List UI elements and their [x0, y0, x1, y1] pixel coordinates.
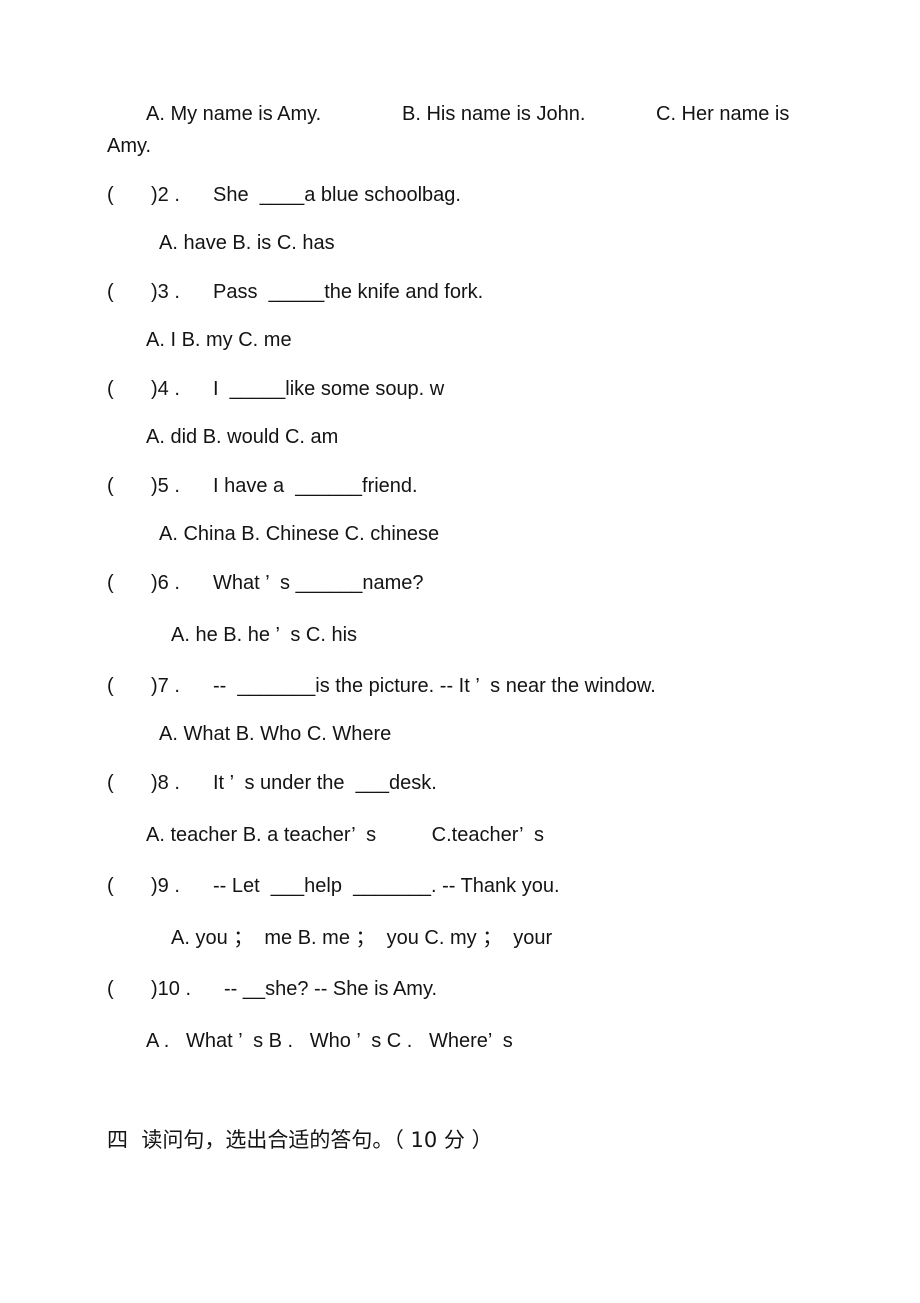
q1-option-b: B. His name is John. — [402, 103, 586, 125]
question-options: A. have B. is C. has — [159, 232, 335, 254]
question-options: A. did B. would C. am — [146, 426, 339, 448]
answer-blank-paren[interactable]: ( — [107, 977, 114, 1001]
question-number: )8 . — [151, 772, 180, 794]
question-number: )3 . — [151, 281, 180, 303]
question-text: I _____like some soup. w — [213, 378, 445, 400]
q1-option-c: C. Her name is — [656, 103, 790, 125]
question-options: A. China B. Chinese C. chinese — [159, 523, 440, 545]
answer-blank-paren[interactable]: ( — [107, 874, 114, 898]
answer-blank-paren[interactable]: ( — [107, 377, 114, 401]
question-options: A. I B. my C. me — [146, 329, 292, 351]
question-text: -- Let ___help _______. -- Thank you. — [213, 875, 560, 897]
question-number: )6 . — [151, 572, 180, 594]
answer-blank-paren[interactable]: ( — [107, 571, 114, 595]
question-number: )2 . — [151, 184, 180, 206]
answer-blank-paren[interactable]: ( — [107, 183, 114, 207]
section-heading: 四 读问句，选出合适的答句。（ 10 分 ） — [107, 1128, 493, 1152]
question-number: )10 . — [151, 978, 192, 1000]
answer-blank-paren[interactable]: ( — [107, 474, 114, 498]
question-text: I have a ______friend. — [213, 475, 418, 497]
answer-blank-paren[interactable]: ( — [107, 771, 114, 795]
question-options: A. What B. Who C. Where — [159, 723, 392, 745]
question-text: She ____a blue schoolbag. — [213, 184, 461, 206]
answer-blank-paren[interactable]: ( — [107, 674, 114, 698]
question-options: A. you ； me B. me ； you C. my ； your — [171, 927, 553, 949]
q1-option-a: A. My name is Amy. — [146, 103, 322, 125]
q1-option-c-wrap: Amy. — [107, 135, 152, 157]
question-number: )4 . — [151, 378, 180, 400]
question-text: What ’ s ______name? — [213, 572, 424, 594]
question-text: Pass _____the knife and fork. — [213, 281, 484, 303]
question-text: -- __she? -- She is Amy. — [224, 978, 438, 1000]
question-options: A . What ’ s B . Who ’ s C . Where’ s — [146, 1030, 513, 1052]
question-number: )7 . — [151, 675, 180, 697]
question-options: A. teacher B. a teacher’ s C.teacher’ s — [146, 824, 544, 846]
question-number: )9 . — [151, 875, 180, 897]
question-number: )5 . — [151, 475, 180, 497]
question-options: A. he B. he ’ s C. his — [171, 624, 358, 646]
question-text: It ’ s under the ___desk. — [213, 772, 437, 794]
question-text: -- _______is the picture. -- It ’ s near… — [213, 675, 656, 697]
answer-blank-paren[interactable]: ( — [107, 280, 114, 304]
